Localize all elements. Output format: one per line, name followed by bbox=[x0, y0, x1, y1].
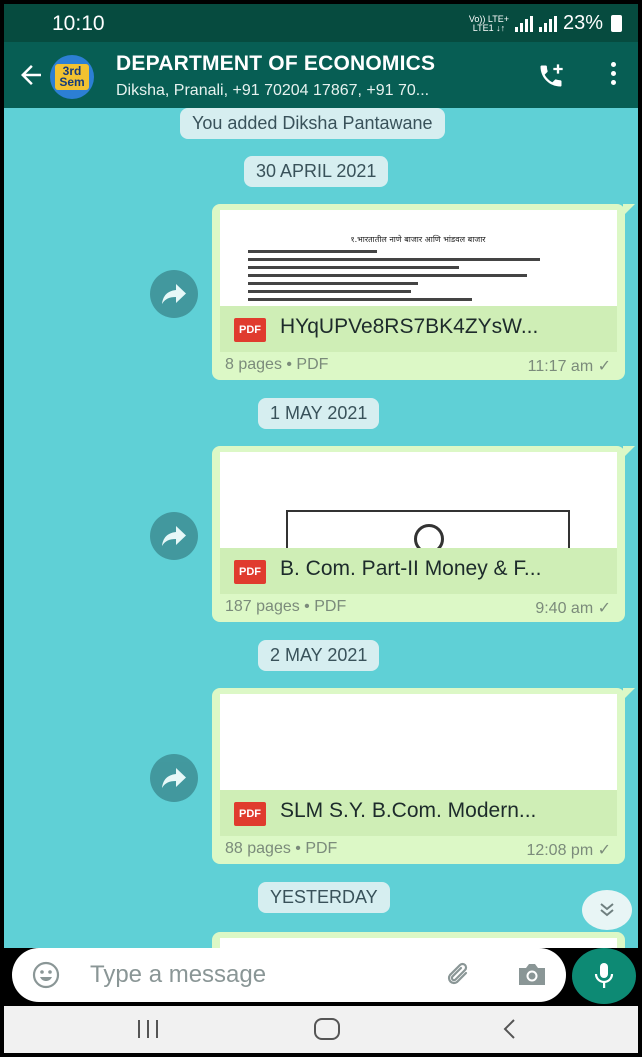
back-button[interactable] bbox=[500, 1018, 522, 1040]
file-row[interactable]: PDF B. Com. Part-II Money & F... bbox=[220, 548, 617, 594]
message-composer[interactable]: Type a message bbox=[12, 948, 566, 1002]
file-name: SLM S.Y. B.Com. Modern... bbox=[280, 799, 537, 822]
certificate-border bbox=[286, 510, 570, 548]
file-name: HYqUPVe8RS7BK4ZYsW... bbox=[280, 315, 539, 338]
group-title[interactable]: DEPARTMENT OF ECONOMICS bbox=[116, 52, 435, 76]
signal-icon bbox=[538, 15, 557, 32]
date-divider: 1 MAY 2021 bbox=[258, 398, 380, 429]
recent-apps-button[interactable] bbox=[136, 1020, 160, 1038]
paperclip-icon[interactable] bbox=[444, 960, 474, 990]
pdf-icon: PDF bbox=[234, 318, 266, 342]
date-divider: YESTERDAY bbox=[258, 882, 390, 913]
message-time: 11:17 am ✓ bbox=[527, 358, 611, 375]
status-time: 10:10 bbox=[52, 12, 105, 35]
battery-level: 23% bbox=[562, 12, 603, 34]
document-message[interactable]: PDF SLM S.Y. B.Com. Modern... 88 pages •… bbox=[212, 688, 635, 864]
seal-icon bbox=[414, 524, 444, 548]
scroll-to-bottom-button[interactable] bbox=[582, 890, 632, 930]
pdf-icon: PDF bbox=[234, 560, 266, 584]
status-indicators: Vo)) LTE+ LTE1 ↓↑ 23% bbox=[469, 12, 622, 35]
document-preview[interactable] bbox=[220, 694, 617, 790]
emoji-icon[interactable] bbox=[32, 961, 60, 989]
system-navigation-bar bbox=[4, 1006, 638, 1053]
avatar-badge: 3rd Sem bbox=[55, 64, 89, 90]
microphone-icon bbox=[594, 963, 614, 988]
pdf-icon: PDF bbox=[234, 802, 266, 826]
message-input[interactable]: Type a message bbox=[90, 961, 266, 989]
camera-icon[interactable] bbox=[516, 962, 548, 988]
battery-icon bbox=[611, 15, 622, 32]
forward-icon[interactable] bbox=[150, 512, 198, 560]
add-call-icon[interactable] bbox=[536, 62, 566, 90]
system-message: You added Diksha Pantawane bbox=[180, 108, 445, 139]
document-preview[interactable]: १.भारतातील नाणे बाजार आणि भांडवल बाजार bbox=[220, 210, 617, 306]
forward-icon[interactable] bbox=[150, 754, 198, 802]
date-divider: 2 MAY 2021 bbox=[258, 640, 380, 671]
document-message[interactable] bbox=[212, 932, 625, 948]
file-row[interactable]: PDF SLM S.Y. B.Com. Modern... bbox=[220, 790, 617, 836]
chat-header: 3rd Sem DEPARTMENT OF ECONOMICS Diksha, … bbox=[4, 42, 638, 108]
forward-icon[interactable] bbox=[150, 270, 198, 318]
signal-icon bbox=[514, 15, 533, 32]
status-bar: 10:10 Vo)) LTE+ LTE1 ↓↑ 23% bbox=[4, 4, 638, 42]
message-time: 12:08 pm ✓ bbox=[526, 842, 611, 859]
date-divider: 30 APRIL 2021 bbox=[244, 156, 389, 187]
message-time: 9:40 am ✓ bbox=[535, 600, 611, 617]
file-name: B. Com. Part-II Money & F... bbox=[280, 557, 542, 580]
document-message[interactable]: PDF B. Com. Part-II Money & F... 187 pag… bbox=[212, 446, 635, 622]
file-meta: 187 pages • PDF bbox=[225, 598, 347, 615]
group-avatar[interactable]: 3rd Sem bbox=[50, 55, 94, 99]
document-message[interactable]: १.भारतातील नाणे बाजार आणि भांडवल बाजार P… bbox=[212, 204, 635, 380]
more-vertical-icon[interactable] bbox=[608, 62, 618, 90]
home-button[interactable] bbox=[314, 1018, 340, 1040]
phone-screen: 10:10 Vo)) LTE+ LTE1 ↓↑ 23% 3rd Sem DEPA… bbox=[4, 4, 638, 1053]
arrow-left-icon[interactable] bbox=[16, 60, 46, 90]
document-preview[interactable] bbox=[220, 452, 617, 548]
file-meta: 88 pages • PDF bbox=[225, 840, 338, 857]
group-members[interactable]: Diksha, Pranali, +91 70204 17867, +91 70… bbox=[116, 82, 429, 100]
network-type: Vo)) LTE+ LTE1 ↓↑ bbox=[468, 13, 509, 33]
file-row[interactable]: PDF HYqUPVe8RS7BK4ZYsW... bbox=[220, 306, 617, 352]
voice-message-button[interactable] bbox=[572, 948, 636, 1004]
file-meta: 8 pages • PDF bbox=[225, 356, 329, 373]
chat-area[interactable]: You added Diksha Pantawane 30 APRIL 2021… bbox=[4, 108, 638, 948]
double-chevron-down-icon bbox=[600, 903, 614, 917]
